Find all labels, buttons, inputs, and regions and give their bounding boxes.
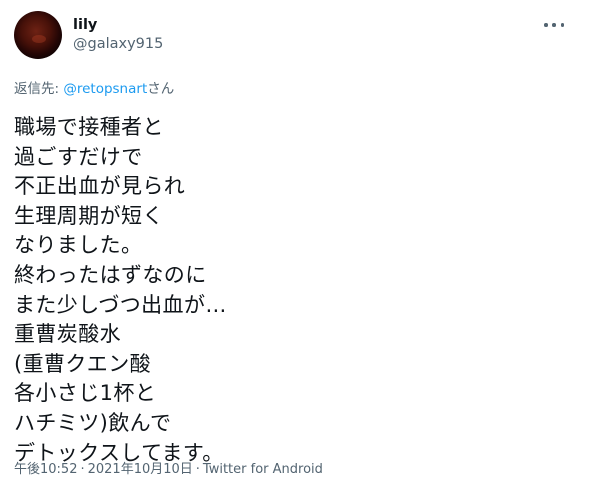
tweet-text-line: また少しづつ出血が… [14, 292, 227, 317]
tweet: lily @galaxy915 返信先: @retopsnartさん 職場で接種… [0, 0, 590, 489]
user-handle[interactable]: @galaxy915 [73, 35, 163, 54]
tweet-header: lily @galaxy915 [14, 9, 578, 61]
tweet-text-line: 過ごすだけで [14, 144, 143, 169]
tweet-text-line: 重曹炭酸水 [14, 322, 121, 347]
display-name[interactable]: lily [73, 16, 163, 35]
user-info[interactable]: lily @galaxy915 [73, 16, 163, 54]
tweet-source-link[interactable]: Twitter for Android [203, 462, 323, 477]
reply-to: 返信先: @retopsnartさん [14, 80, 578, 98]
tweet-meta: 午後10:52 · 2021年10月10日 · Twitter for Android [14, 461, 323, 479]
tweet-text-line: 生理周期が短く [14, 203, 164, 228]
avatar[interactable] [14, 11, 62, 59]
tweet-time-link[interactable]: 午後10:52 [14, 462, 77, 477]
tweet-text-line: 終わったはずなのに [14, 262, 207, 287]
tweet-text-line: 各小さじ1杯と [14, 381, 157, 406]
reply-to-suffix: さん [147, 81, 175, 97]
tweet-text: 職場で接種者と 過ごすだけで 不正出血が見られ 生理周期が短く なりました。 終… [14, 113, 578, 468]
meta-separator: · [195, 462, 200, 477]
tweet-text-line: なりました。 [14, 233, 143, 258]
more-dot [544, 23, 548, 27]
reply-to-prefix: 返信先: [14, 81, 64, 97]
tweet-text-line: (重曹クエン酸 [14, 351, 151, 376]
tweet-text-line: ハチミツ)飲んで [14, 410, 172, 435]
more-horizontal-icon[interactable] [544, 17, 564, 33]
more-dot [560, 23, 564, 27]
tweet-date-link[interactable]: 2021年10月10日 [88, 462, 193, 477]
reply-mention-link[interactable]: @retopsnart [63, 81, 147, 97]
tweet-text-line: 不正出血が見られ [14, 174, 186, 199]
more-dot [552, 23, 556, 27]
meta-separator: · [80, 462, 85, 477]
tweet-text-line: 職場で接種者と [14, 115, 164, 139]
